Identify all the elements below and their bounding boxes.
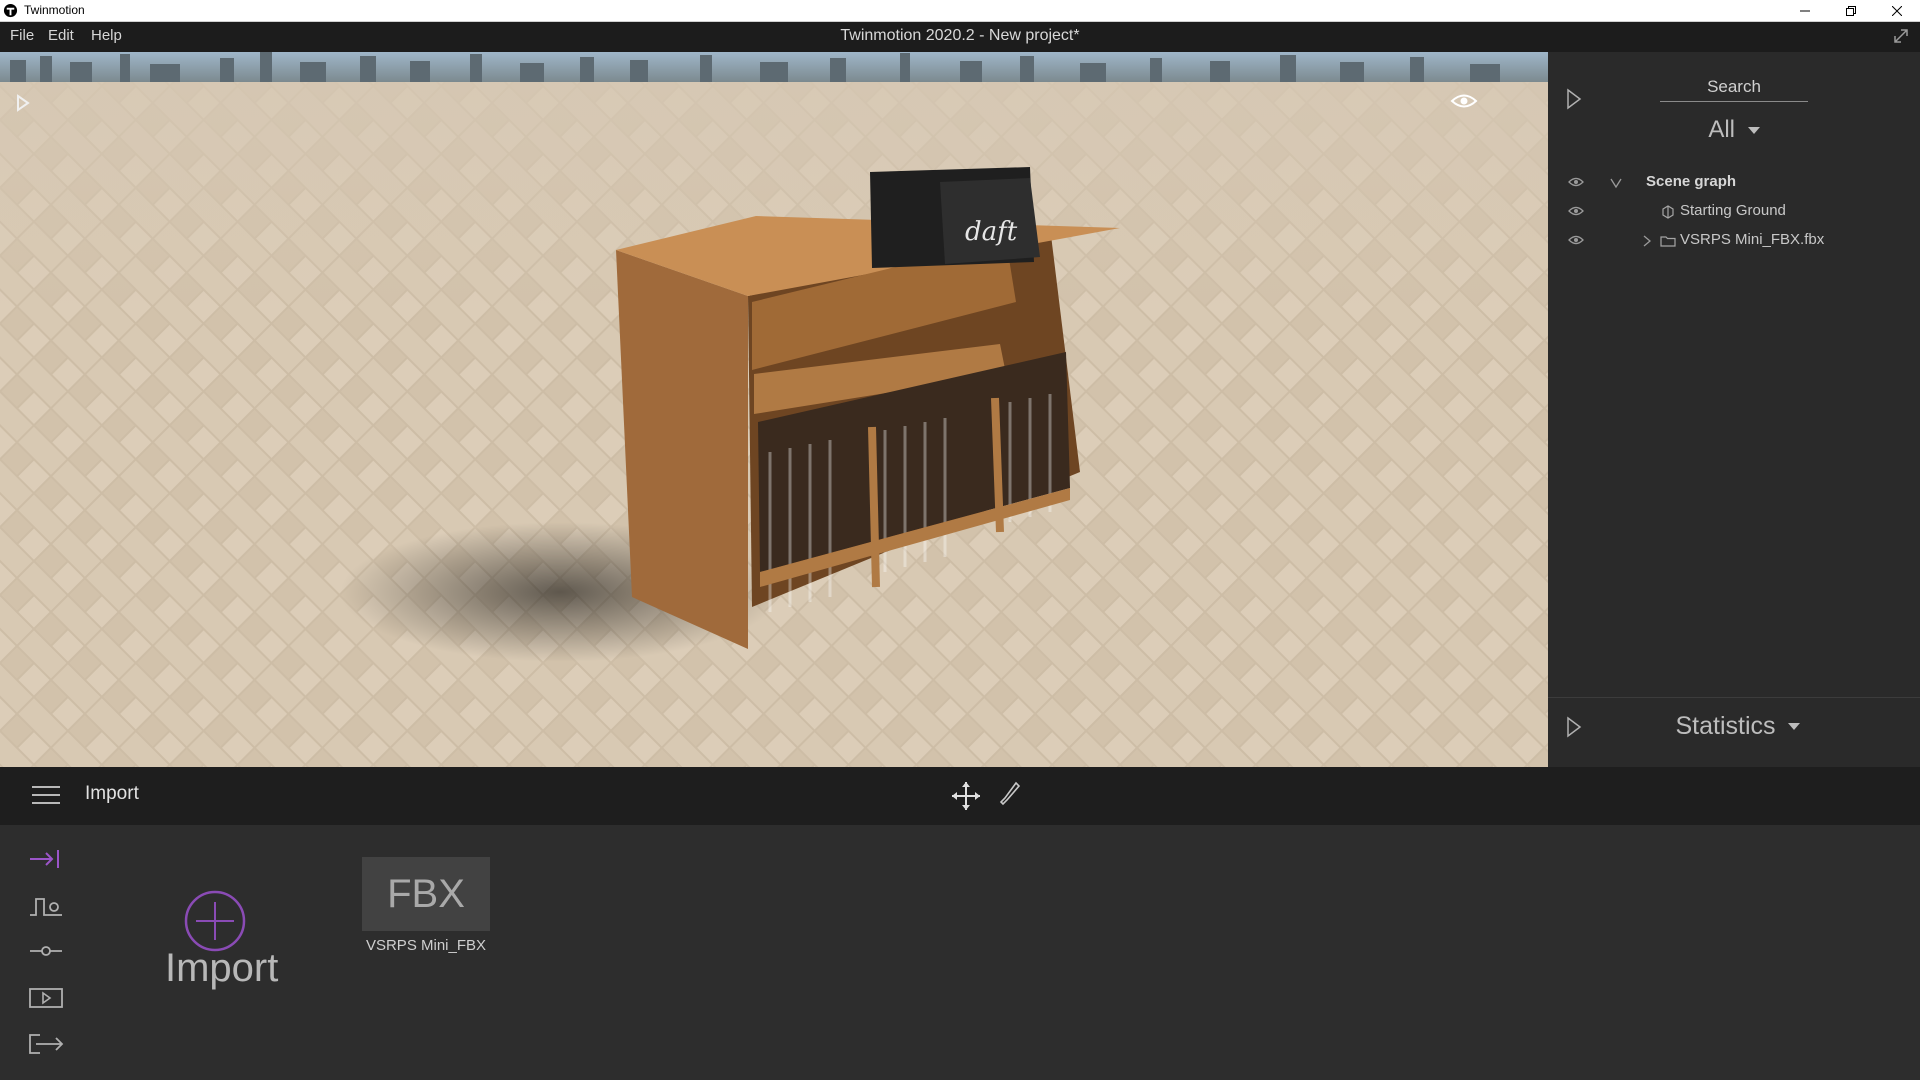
eyedropper-icon[interactable] [998, 780, 1022, 808]
ground-object-icon [1662, 205, 1674, 219]
menu-edit[interactable]: Edit [48, 27, 74, 44]
play-icon[interactable] [16, 94, 30, 112]
tree-row-vsrps-fbx[interactable]: VSRPS Mini_FBX.fbx [1568, 230, 1898, 252]
statistics-dropdown[interactable]: Statistics [1638, 712, 1838, 741]
import-tab-icon[interactable] [28, 848, 64, 870]
fbx-asset-label: VSRPS Mini_FBX [365, 937, 487, 954]
minimize-button[interactable] [1782, 0, 1828, 22]
fbx-asset-tile[interactable]: FBX [362, 857, 490, 931]
media-tab-icon[interactable] [28, 987, 64, 1009]
export-tab-icon[interactable] [28, 1033, 64, 1055]
filter-dropdown[interactable]: All [1660, 116, 1808, 144]
import-button[interactable]: Import [165, 890, 279, 1000]
panel-divider [1548, 697, 1920, 698]
restore-button[interactable] [1828, 0, 1874, 22]
statistics-collapse-icon[interactable] [1566, 716, 1582, 738]
library-panel: Import FBX VSRPS Mini_FBX [0, 825, 1920, 1080]
filter-value: All [1708, 116, 1735, 143]
chevron-down-icon [1747, 126, 1760, 134]
tree-item-label: VSRPS Mini_FBX.fbx [1680, 231, 1825, 248]
import-label: Import [165, 946, 279, 990]
hamburger-menu-icon[interactable] [30, 784, 62, 806]
scene-graph-panel: Search All Scene graph Starting Ground V… [1548, 52, 1920, 767]
fullscreen-icon[interactable] [1892, 27, 1910, 45]
restore-icon [1846, 6, 1856, 16]
window-title-bar: Twinmotion [0, 0, 1920, 22]
menu-bar: File Edit Help Twinmotion 2020.2 - New p… [0, 22, 1920, 52]
document-title: Twinmotion 2020.2 - New project* [840, 27, 1080, 44]
minimize-icon [1800, 10, 1810, 12]
chevron-down-icon [1788, 723, 1801, 731]
visibility-eye-icon[interactable] [1450, 92, 1478, 110]
search-field[interactable]: Search [1660, 72, 1808, 102]
bottom-toolbar: Import [0, 767, 1920, 825]
settings-wave-icon[interactable] [28, 895, 64, 919]
expand-chevron-icon[interactable] [1610, 177, 1622, 189]
twinmotion-logo-icon [3, 3, 18, 18]
tree-row-scene-graph[interactable]: Scene graph [1568, 172, 1898, 194]
menu-help[interactable]: Help [91, 27, 122, 44]
move-tool-icon[interactable] [950, 780, 982, 812]
folder-icon [1660, 236, 1676, 247]
panel-collapse-icon[interactable] [1566, 88, 1582, 110]
scene-render: daft [0, 52, 1548, 767]
eye-icon[interactable] [1568, 234, 1584, 246]
close-icon [1892, 6, 1902, 16]
eye-icon[interactable] [1568, 176, 1584, 188]
chevron-right-icon[interactable] [1642, 235, 1652, 247]
menu-file[interactable]: File [10, 27, 34, 44]
close-button[interactable] [1874, 0, 1920, 22]
section-title: Import [85, 783, 139, 804]
slider-tool-icon[interactable] [28, 943, 64, 959]
tree-root-label: Scene graph [1646, 173, 1737, 190]
tree-item-label: Starting Ground [1680, 202, 1786, 219]
viewport-3d[interactable]: daft [0, 52, 1548, 767]
add-circle-icon [184, 890, 246, 952]
eye-icon[interactable] [1568, 205, 1584, 217]
window-app-name: Twinmotion [24, 3, 85, 17]
statistics-label: Statistics [1675, 712, 1776, 740]
svg-text:daft: daft [965, 217, 1018, 247]
tree-row-starting-ground[interactable]: Starting Ground [1568, 201, 1898, 223]
